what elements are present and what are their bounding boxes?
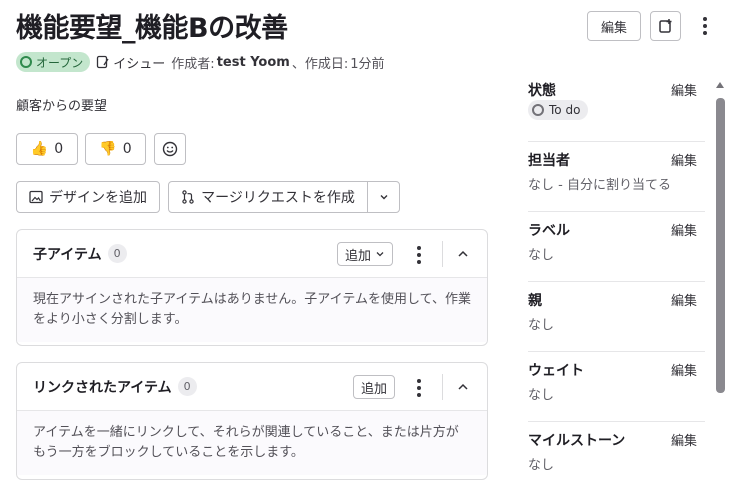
add-design-label: デザインを追加 (49, 190, 147, 206)
sidebar-item-milestone: マイルストーン 編集 なし (528, 422, 705, 485)
todo-status-icon (532, 104, 544, 116)
thumbs-down-button[interactable]: 👎 0 (85, 133, 146, 165)
sidebar-edit-button[interactable]: 編集 (671, 430, 697, 449)
sidebar-item-weight: ウェイト 編集 なし (528, 352, 705, 422)
linked-items-add-label: 追加 (361, 381, 388, 397)
scroll-up-arrow-icon[interactable] (716, 82, 724, 88)
child-items-count: 0 (107, 244, 127, 263)
page-title: 機能要望_機能Bの改善 (16, 13, 288, 44)
linked-items-title: リンクされたアイテム (33, 379, 172, 396)
author-prefix: 作成者: (171, 56, 215, 72)
child-items-empty-text: 現在アサインされた子アイテムはありません。子アイテムを使用して、作業をより小さく… (17, 278, 487, 342)
sidebar-item-parent: 親 編集 なし (528, 282, 705, 352)
author-link[interactable]: test Yoom (217, 55, 290, 70)
todo-status-label: To do (549, 103, 581, 117)
sidebar-edit-button[interactable]: 編集 (671, 290, 697, 309)
linked-items-header: リンクされたアイテム 0 追加 (17, 363, 487, 411)
more-actions-icon[interactable] (699, 13, 711, 39)
linked-items-more-icon[interactable] (413, 375, 425, 401)
child-items-title: 子アイテム (33, 246, 102, 263)
thumbs-up-button[interactable]: 👍 0 (16, 133, 78, 165)
issue-type-icon (97, 55, 109, 69)
child-items-more-icon[interactable] (413, 242, 425, 268)
linked-items-card: リンクされたアイテム 0 追加 アイテムを一緒にリンクして、それらが関連している… (16, 362, 488, 480)
merge-request-button-group: マージリクエストを作成 (168, 181, 400, 213)
sidebar-edit-button[interactable]: 編集 (671, 220, 697, 239)
created-prefix: 、作成日: (291, 56, 349, 72)
sidebar-item-value[interactable]: なし - 自分に割り当てる (528, 174, 671, 193)
sidebar-item-label: 状態 (528, 83, 556, 99)
new-tab-icon (658, 19, 671, 33)
open-status-icon (20, 56, 32, 68)
child-items-collapse-icon[interactable] (453, 244, 473, 264)
image-icon (29, 190, 43, 204)
open-in-new-tab-button[interactable] (650, 11, 681, 41)
sidebar-edit-button[interactable]: 編集 (671, 360, 697, 379)
sidebar-item-assignee: 担当者 編集 なし - 自分に割り当てる (528, 142, 705, 212)
chevron-down-icon (376, 252, 384, 257)
issue-description: 顧客からの要望 (16, 99, 108, 114)
chevron-down-icon (380, 195, 387, 200)
sidebar-item-label: マイルストーン (528, 433, 626, 449)
child-items-header: 子アイテム 0 追加 (17, 230, 487, 278)
linked-items-empty-text: アイテムを一緒にリンクして、それらが関連していること、または片方がもう一方をブロ… (17, 411, 487, 475)
created-time: 1分前 (350, 56, 385, 72)
sidebar-item-value: なし (528, 458, 555, 473)
sidebar-edit-button[interactable]: 編集 (671, 150, 697, 169)
issue-sidebar: 状態 編集 To do 担当者 編集 なし - 自分に割り当てる ラベル 編集 … (528, 72, 705, 485)
status-label: オープン (36, 55, 84, 70)
sidebar-item-label: 親 (528, 293, 542, 309)
child-items-add-label: 追加 (345, 248, 372, 264)
sidebar-scrollbar[interactable] (716, 82, 725, 485)
sidebar-item-label: ウェイト (528, 363, 584, 379)
sidebar-item-status: 状態 編集 To do (528, 72, 705, 142)
status-badge: オープン (16, 52, 91, 72)
create-merge-request-label: マージリクエストを作成 (201, 190, 355, 206)
edit-button[interactable]: 編集 (587, 11, 641, 41)
thumbs-down-count: 0 (122, 141, 132, 157)
add-design-button[interactable]: デザインを追加 (16, 181, 160, 213)
child-items-add-button[interactable]: 追加 (337, 242, 394, 266)
smiley-icon (162, 141, 178, 157)
sidebar-edit-button[interactable]: 編集 (671, 80, 697, 99)
issue-meta: オープン イシュー 作成者: test Yoom 、作成日: 1分前 (16, 52, 385, 72)
sidebar-item-labels: ラベル 編集 なし (528, 212, 705, 282)
sidebar-item-label: ラベル (528, 223, 570, 239)
linked-items-collapse-icon[interactable] (453, 377, 473, 397)
sidebar-item-value: なし (528, 318, 555, 333)
thumbs-down-icon: 👎 (99, 141, 117, 157)
sidebar-item-value: なし (528, 388, 555, 403)
merge-request-dropdown-toggle[interactable] (368, 182, 399, 212)
scrollbar-thumb[interactable] (716, 98, 725, 393)
sidebar-item-value: なし (528, 248, 555, 263)
merge-request-icon (182, 190, 194, 204)
sidebar-item-label: 担当者 (528, 153, 570, 169)
todo-status-badge: To do (528, 100, 589, 120)
sidebar-item-value: To do (528, 100, 589, 120)
thumbs-up-count: 0 (54, 141, 64, 157)
issue-type: イシュー (96, 53, 165, 72)
header-divider (442, 241, 443, 267)
linked-items-count: 0 (177, 377, 197, 396)
header-divider (442, 374, 443, 400)
add-reaction-button[interactable] (154, 133, 186, 165)
issue-type-label: イシュー (113, 56, 166, 72)
edit-button-label: 編集 (600, 20, 627, 36)
linked-items-add-button[interactable]: 追加 (353, 375, 396, 399)
child-items-card: 子アイテム 0 追加 現在アサインされた子アイテムはありません。子アイテムを使用… (16, 229, 488, 346)
create-merge-request-button[interactable]: マージリクエストを作成 (169, 182, 368, 212)
thumbs-up-icon: 👍 (30, 141, 49, 157)
